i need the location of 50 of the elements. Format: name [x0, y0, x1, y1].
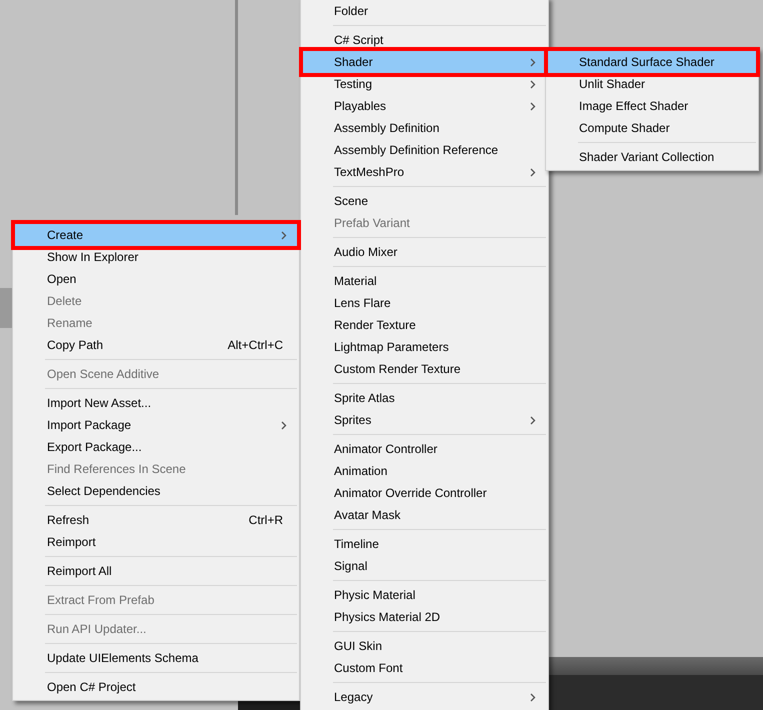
menu-item[interactable]: Compute Shader	[548, 117, 756, 139]
panel-strip	[0, 288, 12, 328]
menu-item[interactable]: Open	[15, 268, 297, 290]
menu-item[interactable]: Physic Material	[303, 584, 546, 606]
menu-item[interactable]: GUI Skin	[303, 635, 546, 657]
menu-item[interactable]: Unlit Shader	[548, 73, 756, 95]
menu-item[interactable]: Export Package...	[15, 436, 297, 458]
menu-item[interactable]: Signal	[303, 555, 546, 577]
shortcut-text: Ctrl+R	[248, 512, 283, 529]
shortcut-text: Alt+Ctrl+C	[228, 337, 283, 354]
menu-item[interactable]: Reimport All	[15, 560, 297, 582]
menu-item[interactable]: Sprite Atlas	[303, 387, 546, 409]
menu-item[interactable]: Sprites	[303, 409, 546, 431]
menu-item[interactable]: TextMeshPro	[303, 161, 546, 183]
menu-item[interactable]: Assembly Definition Reference	[303, 139, 546, 161]
menu-item[interactable]: Animator Controller	[303, 438, 546, 460]
dark-panel	[238, 700, 300, 710]
menu-item[interactable]: Custom Font	[303, 657, 546, 679]
menu-item[interactable]: Show In Explorer	[15, 246, 297, 268]
menu-item[interactable]: Audio Mixer	[303, 241, 546, 263]
menu-item[interactable]: Physics Material 2D	[303, 606, 546, 628]
menu-item[interactable]: Lens Flare	[303, 292, 546, 314]
menu-item[interactable]: Testing	[303, 73, 546, 95]
menu-item[interactable]: Image Effect Shader	[548, 95, 756, 117]
menu-item[interactable]: Lightmap Parameters	[303, 336, 546, 358]
menu-item[interactable]: Shader	[303, 51, 546, 73]
menu-item[interactable]: Animation	[303, 460, 546, 482]
menu-item[interactable]: Update UIElements Schema	[15, 647, 297, 669]
menu-item[interactable]: Refresh Ctrl+R	[15, 509, 297, 531]
menu-item[interactable]: C# Script	[303, 29, 546, 51]
menu-item[interactable]: Scene	[303, 190, 546, 212]
menu-item[interactable]: Import New Asset...	[15, 392, 297, 414]
menu-item[interactable]: Standard Surface Shader	[548, 51, 756, 73]
menu-item[interactable]: Reimport	[15, 531, 297, 553]
menu-item[interactable]: Legacy	[303, 686, 546, 708]
menu-item[interactable]: Avatar Mask	[303, 504, 546, 526]
menu-item[interactable]: Assembly Definition	[303, 117, 546, 139]
menu-item[interactable]: Shader Variant Collection	[548, 146, 756, 168]
menu-item[interactable]: Select Dependencies	[15, 480, 297, 502]
menu-item[interactable]: Copy Path Alt+Ctrl+C	[15, 334, 297, 356]
menu-item[interactable]: Render Texture	[303, 314, 546, 336]
menu-item[interactable]: Folder	[303, 0, 546, 22]
menu-item[interactable]: Material	[303, 270, 546, 292]
menu-item[interactable]: Timeline	[303, 533, 546, 555]
menu-item[interactable]: Open C# Project	[15, 676, 297, 698]
menu-item[interactable]: Animator Override Controller	[303, 482, 546, 504]
menu-item[interactable]: Create	[15, 224, 297, 246]
menu-item[interactable]: Import Package	[15, 414, 297, 436]
menu-item[interactable]: Playables	[303, 95, 546, 117]
menu-item[interactable]: Custom Render Texture	[303, 358, 546, 380]
